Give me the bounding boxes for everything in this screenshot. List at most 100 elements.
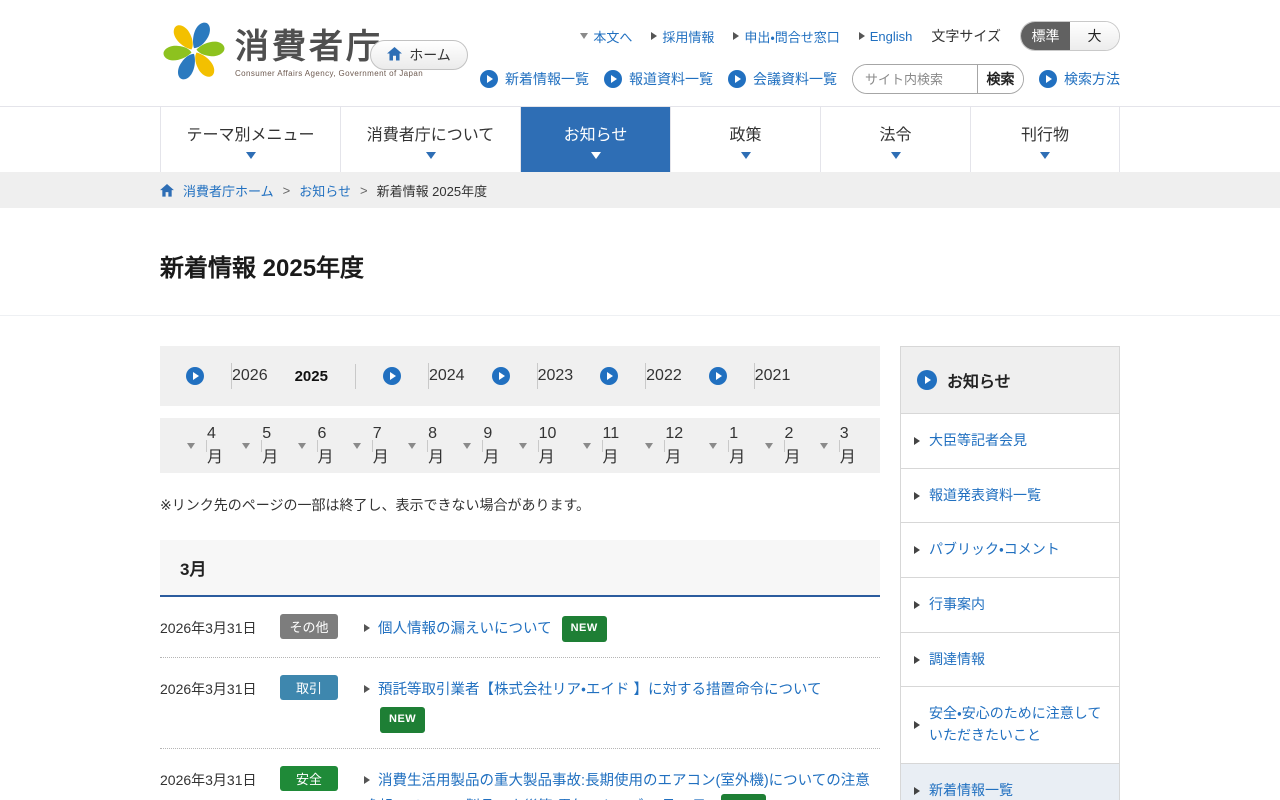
circle-arrow-icon bbox=[480, 70, 498, 88]
chevron-down-icon bbox=[519, 443, 527, 449]
chevron-down-icon bbox=[580, 33, 588, 39]
circle-arrow-icon bbox=[492, 367, 510, 385]
contact-link[interactable]: 申出・問合せ窓口 bbox=[733, 27, 839, 46]
news-list: 2026年3月31日 その他 個人情報の漏えいについて NEW 2026年3月31… bbox=[160, 597, 880, 800]
circle-arrow-icon bbox=[383, 367, 401, 385]
month-link-dec[interactable] bbox=[634, 440, 665, 452]
link-expiry-note: ※リンク先のページの一部は終了し、表示できない場合があります。 bbox=[160, 495, 880, 515]
search-help-link[interactable]: 検索方法 bbox=[1039, 69, 1120, 89]
chevron-down-icon bbox=[709, 443, 717, 449]
recruit-link[interactable]: 採用情報 bbox=[651, 27, 714, 46]
home-button[interactable]: ホーム bbox=[370, 40, 468, 70]
search-button[interactable]: 検索 bbox=[977, 65, 1023, 93]
site-search: 検索 bbox=[852, 64, 1024, 94]
chevron-down-icon bbox=[820, 443, 828, 449]
sidebar-item-public-comment[interactable]: パブリック・コメント bbox=[901, 523, 1119, 578]
circle-arrow-icon bbox=[600, 367, 618, 385]
nav-item-notices[interactable]: お知らせ bbox=[520, 107, 670, 172]
font-size-toggle: 標準 大 bbox=[1020, 21, 1120, 51]
circle-arrow-icon bbox=[917, 370, 937, 390]
sidebar-item-events[interactable]: 行事案内 bbox=[901, 578, 1119, 633]
new-badge: NEW bbox=[562, 616, 607, 642]
site-search-input[interactable] bbox=[853, 65, 977, 93]
arrow-right-icon bbox=[914, 546, 920, 554]
arrow-right-icon bbox=[914, 601, 920, 609]
main-column: 2026 2025 2024 2023 2022 2021 bbox=[160, 346, 880, 800]
news-date: 2026年3月31日 bbox=[160, 675, 280, 699]
year-tab-2026[interactable] bbox=[184, 363, 232, 389]
circle-arrow-icon bbox=[728, 70, 746, 88]
agency-subtitle: Consumer Affairs Agency, Government of J… bbox=[235, 69, 423, 78]
news-item: 2026年3月31日 取引 預託等取引業者【株式会社リア・エイド 】に対する措置… bbox=[160, 658, 880, 749]
sidebar-item-new-info-list[interactable]: 新着情報一覧 bbox=[901, 764, 1119, 800]
chevron-down-icon bbox=[242, 443, 250, 449]
utility-links: 本文へ 採用情報 申出・問合せ窓口 English 文字サイズ 標準 大 bbox=[580, 21, 1120, 51]
meeting-material-list-link[interactable]: 会議資料一覧 bbox=[728, 69, 837, 89]
circle-arrow-icon bbox=[709, 367, 727, 385]
month-link-apr[interactable] bbox=[176, 440, 207, 452]
month-link-aug[interactable] bbox=[397, 440, 428, 452]
month-link-jul[interactable] bbox=[342, 440, 373, 452]
english-link[interactable]: English bbox=[859, 29, 913, 44]
page-title-band: 新着情報 2025年度 bbox=[0, 208, 1280, 316]
year-tab-2025-current: 2025 bbox=[268, 364, 356, 389]
year-tab-2022[interactable] bbox=[573, 363, 646, 389]
nav-item-laws[interactable]: 法令 bbox=[820, 107, 970, 172]
month-link-feb[interactable] bbox=[754, 440, 785, 452]
breadcrumb: 消費者庁ホーム > お知らせ > 新着情報 2025年度 bbox=[0, 172, 1280, 208]
nav-item-about-agency[interactable]: 消費者庁について bbox=[340, 107, 520, 172]
year-tab-2024[interactable] bbox=[356, 363, 429, 389]
month-link-jun[interactable] bbox=[287, 440, 318, 452]
month-links: 4月 5月 6月 7月 8月 9月 10月 11月 12月 1月 2月 3月 bbox=[160, 418, 880, 473]
breadcrumb-current: 新着情報 2025年度 bbox=[377, 181, 488, 200]
arrow-right-icon bbox=[364, 685, 370, 693]
category-badge: その他 bbox=[280, 614, 338, 639]
news-link[interactable]: 個人情報の漏えいについて bbox=[364, 621, 552, 637]
font-size-standard-button[interactable]: 標準 bbox=[1021, 22, 1070, 50]
new-badge: NEW bbox=[380, 707, 425, 733]
new-info-list-link[interactable]: 新着情報一覧 bbox=[480, 69, 589, 89]
sidebar-item-procurement[interactable]: 調達情報 bbox=[901, 633, 1119, 688]
sidebar-header-notices[interactable]: お知らせ bbox=[901, 347, 1119, 414]
sidebar-item-press-conference[interactable]: 大臣等記者会見 bbox=[901, 414, 1119, 469]
home-icon bbox=[387, 47, 402, 64]
to-content-link[interactable]: 本文へ bbox=[580, 27, 632, 46]
page-title: 新着情報 2025年度 bbox=[160, 248, 1120, 283]
font-size-label: 文字サイズ bbox=[931, 26, 1001, 46]
chevron-down-icon bbox=[426, 152, 436, 159]
news-link[interactable]: 預託等取引業者【株式会社リア・エイド 】に対する措置命令について bbox=[364, 682, 822, 698]
year-tab-2023[interactable] bbox=[465, 363, 538, 389]
nav-item-theme-menu[interactable]: テーマ別メニュー bbox=[160, 107, 340, 172]
agency-logo-icon bbox=[163, 20, 225, 87]
month-link-jan[interactable] bbox=[698, 440, 729, 452]
nav-item-policy[interactable]: 政策 bbox=[670, 107, 820, 172]
font-size-large-button[interactable]: 大 bbox=[1070, 22, 1119, 50]
breadcrumb-section-link[interactable]: お知らせ bbox=[299, 181, 351, 200]
arrow-right-icon bbox=[914, 787, 920, 795]
sidebar: お知らせ 大臣等記者会見 報道発表資料一覧 パブリック・コメント 行事案内 調達… bbox=[900, 346, 1120, 800]
arrow-right-icon bbox=[914, 437, 920, 445]
breadcrumb-home-link[interactable]: 消費者庁ホーム bbox=[183, 181, 274, 200]
year-tabs: 2026 2025 2024 2023 2022 2021 bbox=[160, 346, 880, 406]
chevron-down-icon bbox=[583, 443, 591, 449]
breadcrumb-separator: > bbox=[283, 183, 291, 198]
arrow-right-icon bbox=[733, 32, 739, 40]
month-link-mar[interactable] bbox=[809, 440, 840, 452]
arrow-right-icon bbox=[364, 776, 370, 784]
circle-arrow-icon bbox=[186, 367, 204, 385]
news-item: 2026年3月31日 その他 個人情報の漏えいについてNEW bbox=[160, 597, 880, 658]
year-tab-2021[interactable] bbox=[682, 363, 755, 389]
sidebar-item-safety-cautions[interactable]: 安全・安心のために注意していただきたいこと bbox=[901, 687, 1119, 763]
chevron-down-icon bbox=[298, 443, 306, 449]
news-link[interactable]: 消費生活用製品の重大製品事故:長期使用のエアコン(室外機)についての注意喚起、リ… bbox=[364, 773, 870, 800]
month-link-oct[interactable] bbox=[508, 440, 539, 452]
month-link-nov[interactable] bbox=[572, 440, 603, 452]
new-badge: NEW bbox=[721, 794, 766, 800]
month-link-sep[interactable] bbox=[452, 440, 483, 452]
nav-item-publications[interactable]: 刊行物 bbox=[970, 107, 1120, 172]
month-link-may[interactable] bbox=[231, 440, 262, 452]
sidebar-item-press-releases[interactable]: 報道発表資料一覧 bbox=[901, 469, 1119, 524]
site-header: 消費者庁 Consumer Affairs Agency, Government… bbox=[0, 0, 1280, 106]
chevron-down-icon bbox=[741, 152, 751, 159]
press-material-list-link[interactable]: 報道資料一覧 bbox=[604, 69, 713, 89]
